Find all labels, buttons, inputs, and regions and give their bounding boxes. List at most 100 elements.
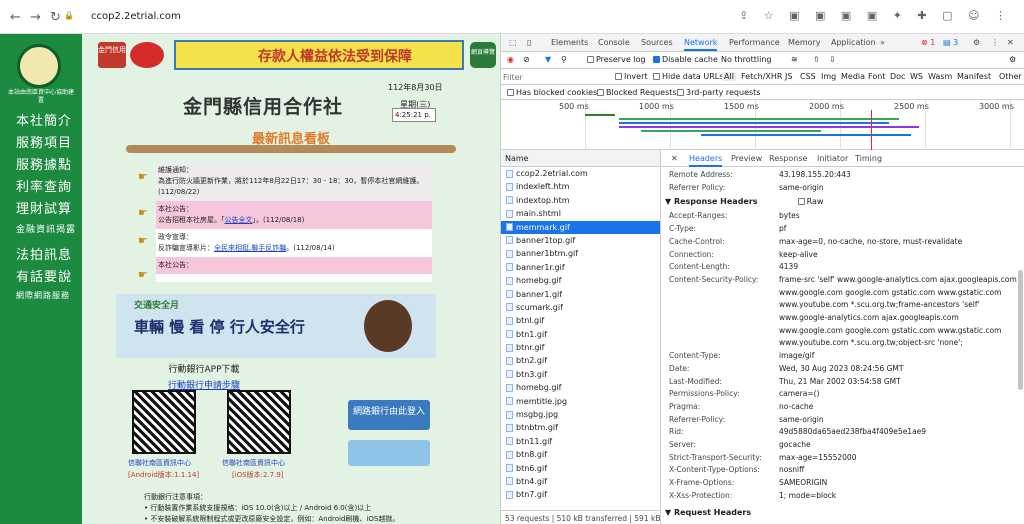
tab-initiator[interactable]: Initiator <box>817 154 848 163</box>
site-map-badge[interactable]: 網頁導覽 <box>470 42 496 68</box>
request-row[interactable]: btnbtm.gif <box>501 421 660 434</box>
forward-button[interactable]: → <box>30 10 41 25</box>
type-filter-js[interactable]: JS <box>785 72 792 81</box>
invert-checkbox[interactable] <box>615 73 622 80</box>
request-row[interactable]: banner1.gif <box>501 288 660 301</box>
ios-qr-code[interactable] <box>227 390 291 454</box>
clear-icon[interactable]: ⊘ <box>523 55 530 64</box>
blocked-cookies-toggle[interactable]: Has blocked cookies <box>507 88 597 97</box>
type-filter-other[interactable]: Other <box>999 72 1022 81</box>
type-filter-doc[interactable]: Doc <box>890 72 905 81</box>
preserve-log-toggle[interactable]: Preserve log <box>587 55 646 64</box>
response-headers-section[interactable]: ▼ Response Headers Raw <box>665 197 823 206</box>
third-party-checkbox[interactable] <box>677 89 684 96</box>
request-row[interactable]: btn11.gif <box>501 435 660 448</box>
type-filter-img[interactable]: Img <box>821 72 836 81</box>
tab-elements[interactable]: Elements <box>551 38 588 47</box>
disable-cache-toggle[interactable]: Disable cache <box>653 55 718 64</box>
request-row[interactable]: banner1btm.gif <box>501 247 660 260</box>
detail-scrollbar[interactable] <box>1018 270 1023 390</box>
tab-preview[interactable]: Preview <box>731 154 762 163</box>
nav-item-about[interactable]: 本社簡介 <box>16 110 72 129</box>
nav-item-rates[interactable]: 利率查詢 <box>16 176 72 195</box>
settings-icon[interactable]: ⚙ <box>973 38 980 47</box>
disable-cache-checkbox[interactable] <box>653 56 660 63</box>
upload-icon[interactable]: ⇧ <box>813 55 820 64</box>
request-row[interactable]: btnr.gif <box>501 341 660 354</box>
tab-more[interactable]: » <box>880 38 885 47</box>
nav-item-disclosure[interactable]: 金融資訊揭露 <box>16 222 76 235</box>
error-count-badge[interactable]: ⊗ 1 <box>921 38 935 47</box>
request-row[interactable]: btnl.gif <box>501 314 660 327</box>
type-filter-xhr[interactable]: Fetch/XHR <box>741 72 782 81</box>
request-row[interactable]: btn2.gif <box>501 354 660 367</box>
invert-toggle[interactable]: Invert <box>615 72 648 81</box>
request-row[interactable]: btn8.gif <box>501 448 660 461</box>
nav-item-calculator[interactable]: 理財試算 <box>16 198 72 217</box>
preserve-log-checkbox[interactable] <box>587 56 594 63</box>
network-settings-icon[interactable]: ⚙ <box>1009 55 1016 64</box>
nav-item-auction[interactable]: 法拍訊息 <box>16 244 72 263</box>
banner-logo[interactable]: 金門信用 <box>98 42 126 68</box>
tab-headers[interactable]: Headers <box>689 154 723 167</box>
request-row[interactable]: banner1top.gif <box>501 234 660 247</box>
filter-input[interactable] <box>503 71 607 83</box>
request-row[interactable]: btn1.gif <box>501 328 660 341</box>
hide-data-toggle[interactable]: Hide data URLs <box>653 72 723 81</box>
notice-link[interactable]: 公告全文 <box>225 216 253 224</box>
tab-sources[interactable]: Sources <box>641 38 673 47</box>
tab-response[interactable]: Response <box>769 154 807 163</box>
raw-checkbox[interactable] <box>797 198 805 206</box>
search-icon[interactable]: ⚲ <box>561 55 567 64</box>
lock-icon[interactable]: 🔒 <box>64 11 74 20</box>
request-row[interactable]: ccop2.2etrial.com <box>501 167 660 180</box>
coop-logo[interactable] <box>17 44 61 88</box>
raw-toggle[interactable]: Raw <box>797 197 823 206</box>
request-row[interactable]: msgbg.jpg <box>501 408 660 421</box>
blocked-cookies-checkbox[interactable] <box>507 89 514 96</box>
request-row[interactable]: main.shtml <box>501 207 660 220</box>
tab-application[interactable]: Application <box>831 38 876 47</box>
warning-count-badge[interactable]: ▤ 3 <box>943 38 958 47</box>
type-filter-wasm[interactable]: Wasm <box>928 72 952 81</box>
request-row[interactable]: btn7.gif <box>501 488 660 501</box>
nav-item-locations[interactable]: 服務據點 <box>16 154 72 173</box>
traffic-safety-banner[interactable]: 交通安全月 車輛 慢 看 停 行人安全行 <box>116 294 436 358</box>
address-bar[interactable]: ccop2.2etrial.com <box>91 11 181 22</box>
request-row[interactable]: homebg.gif <box>501 274 660 287</box>
nav-item-feedback[interactable]: 有話要說 <box>16 266 72 285</box>
card-banner[interactable] <box>348 440 430 466</box>
wifi-icon[interactable]: ≋ <box>791 55 798 64</box>
request-row[interactable]: btn4.gif <box>501 475 660 488</box>
nav-item-services[interactable]: 服務項目 <box>16 132 72 151</box>
close-detail-button[interactable]: ✕ <box>671 154 678 163</box>
request-row[interactable]: btn3.gif <box>501 368 660 381</box>
request-row[interactable]: homebg.gif <box>501 381 660 394</box>
device-toolbar-icon[interactable]: ▯ <box>527 38 531 47</box>
blocked-requests-checkbox[interactable] <box>597 89 604 96</box>
type-filter-ws[interactable]: WS <box>910 72 923 81</box>
request-row[interactable]: memtitle.jpg <box>501 395 660 408</box>
request-list-header[interactable]: Name <box>501 150 660 167</box>
third-party-toggle[interactable]: 3rd-party requests <box>677 88 760 97</box>
request-row[interactable]: btn6.gif <box>501 462 660 475</box>
tab-console[interactable]: Console <box>598 38 630 47</box>
type-filter-all[interactable]: All <box>722 72 736 81</box>
hide-data-checkbox[interactable] <box>653 73 660 80</box>
inspect-icon[interactable]: ⬚ <box>509 38 517 47</box>
request-row[interactable]: scumark.gif <box>501 301 660 314</box>
tab-network[interactable]: Network <box>684 38 718 51</box>
type-filter-media[interactable]: Media <box>841 72 865 81</box>
network-timeline[interactable]: 500 ms 1000 ms 1500 ms 2000 ms 2500 ms 3… <box>501 100 1024 150</box>
notice-link[interactable]: 全民來相挺,聯手反詐騙 <box>214 244 286 252</box>
request-headers-section[interactable]: ▼ Request Headers <box>665 508 751 517</box>
filter-icon[interactable]: ▼ <box>545 55 551 64</box>
throttle-select[interactable]: No throttling <box>721 55 772 64</box>
android-qr-code[interactable] <box>132 390 196 454</box>
tab-memory[interactable]: Memory <box>788 38 821 47</box>
request-row[interactable]: indexleft.htm <box>501 180 660 193</box>
download-icon[interactable]: ⇩ <box>829 55 836 64</box>
record-icon[interactable]: ◉ <box>507 55 514 64</box>
request-row[interactable]: indextop.htm <box>501 194 660 207</box>
back-button[interactable]: ← <box>10 10 21 25</box>
